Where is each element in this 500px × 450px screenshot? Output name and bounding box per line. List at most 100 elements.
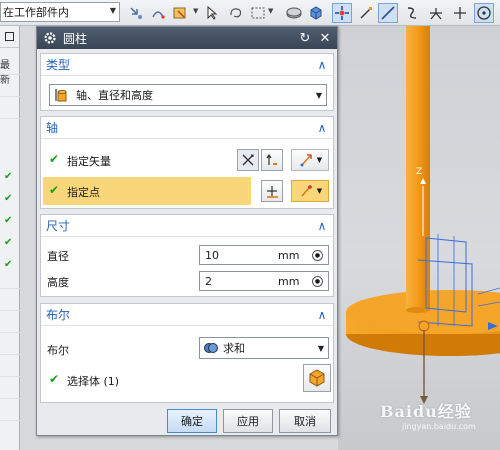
height-label: 高度 xyxy=(47,276,69,289)
check-icon: ✔ xyxy=(4,193,13,204)
dialog-title: 圆柱 xyxy=(63,31,88,46)
divider xyxy=(0,376,20,377)
expression-options-icon[interactable]: ● xyxy=(312,250,323,261)
unite-icon xyxy=(204,343,218,353)
dimension-section-title: 尺寸 xyxy=(46,219,71,233)
specify-vector-label: 指定矢量 xyxy=(67,155,111,168)
select-body-button[interactable] xyxy=(303,364,331,392)
chevron-down-icon[interactable]: ▼ xyxy=(193,7,198,15)
check-icon: ✔ xyxy=(4,259,13,270)
chevron-up-icon[interactable]: ∧ xyxy=(311,58,333,72)
gear-icon[interactable] xyxy=(43,31,57,45)
divider xyxy=(0,398,20,399)
cursor-icon[interactable] xyxy=(202,3,222,23)
selection-filter-value: 在工作部件内 xyxy=(3,6,69,19)
cylinder-dialog: 圆柱 ↻ ✕ 类型 ∧ 轴、直径和高度 ▼ 轴 ∧ ✔ 指定矢量 ▼ ✔ 指定点… xyxy=(36,26,338,436)
reverse-direction-button[interactable] xyxy=(261,149,283,171)
chevron-up-icon[interactable]: ∧ xyxy=(311,219,333,233)
ok-button[interactable]: 确定 xyxy=(167,409,217,433)
solid-body-icon[interactable] xyxy=(306,3,326,23)
watermark: Baidu经验 jingyan.baidu.com xyxy=(380,398,500,438)
intersect-icon[interactable] xyxy=(426,3,446,23)
dimension-section-header[interactable]: 尺寸 ∧ xyxy=(41,215,333,237)
chevron-up-icon[interactable]: ∧ xyxy=(311,308,333,322)
axis-section-header[interactable]: 轴 ∧ xyxy=(41,117,333,139)
apply-button[interactable]: 应用 xyxy=(223,409,273,433)
view-shade-icon[interactable] xyxy=(284,3,304,23)
chevron-up-icon[interactable]: ∧ xyxy=(311,121,333,135)
diameter-input[interactable]: 10 mm ● xyxy=(199,245,329,265)
check-icon: ✔ xyxy=(49,372,60,386)
boolean-label: 布尔 xyxy=(47,344,69,357)
boolean-dropdown[interactable]: 求和 ▼ xyxy=(199,337,329,359)
point-dialog-button[interactable] xyxy=(261,180,283,202)
type-dropdown-value: 轴、直径和高度 xyxy=(76,89,153,102)
height-unit: mm xyxy=(278,274,300,288)
cylinder-axis-icon xyxy=(55,89,67,102)
boolean-section-header[interactable]: 布尔 ∧ xyxy=(41,304,333,326)
check-icon: ✔ xyxy=(49,183,60,197)
select-feature-icon[interactable] xyxy=(126,3,146,23)
boolean-section-title: 布尔 xyxy=(46,308,71,322)
chevron-down-icon[interactable]: ▼ xyxy=(268,7,273,15)
divider xyxy=(0,96,20,97)
chevron-down-icon: ▼ xyxy=(316,156,323,164)
check-icon: ✔ xyxy=(49,152,60,166)
rectangle-select-icon[interactable] xyxy=(248,3,268,23)
specify-point-label: 指定点 xyxy=(67,186,100,199)
lasso-icon[interactable] xyxy=(226,3,246,23)
perpendicular-icon[interactable] xyxy=(450,3,470,23)
center-point-icon[interactable] xyxy=(474,3,494,23)
curve-icon[interactable] xyxy=(402,3,422,23)
height-input[interactable]: 2 mm ● xyxy=(199,271,329,291)
chevron-down-icon: ▼ xyxy=(317,344,324,353)
top-toolbar: 在工作部件内 ▼ ▼ ▼ xyxy=(0,0,500,26)
cancel-button[interactable]: 取消 xyxy=(279,409,331,433)
select-body-label: 选择体 (1) xyxy=(67,375,120,388)
line-icon[interactable] xyxy=(378,3,398,23)
check-icon: ✔ xyxy=(4,237,13,248)
point-method-dropdown[interactable]: ▼ xyxy=(291,180,329,202)
divider xyxy=(0,310,20,311)
chevron-down-icon: ▼ xyxy=(315,91,322,100)
divider xyxy=(0,354,20,355)
vector-method-dropdown[interactable]: ▼ xyxy=(291,149,329,171)
checkbox-icon[interactable] xyxy=(5,32,14,41)
graphics-viewport[interactable]: Z xyxy=(338,26,500,450)
divider xyxy=(0,288,20,289)
divider xyxy=(0,118,20,119)
check-icon: ✔ xyxy=(4,215,13,226)
diameter-value: 10 xyxy=(205,248,219,262)
snap-icon[interactable] xyxy=(148,3,168,23)
watermark-sub: jingyan.baidu.com xyxy=(402,422,476,431)
reverse-direction-icon xyxy=(266,153,277,165)
expression-options-icon[interactable]: ● xyxy=(312,276,323,287)
type-section-header[interactable]: 类型 ∧ xyxy=(41,54,333,76)
dialog-title-bar[interactable]: 圆柱 ↻ ✕ xyxy=(37,27,337,49)
selection-filter-dropdown[interactable]: 在工作部件内 ▼ xyxy=(0,2,120,22)
point-snap-icon[interactable] xyxy=(332,3,352,23)
close-icon[interactable]: ✕ xyxy=(317,30,333,46)
axis-section: 轴 ∧ ✔ 指定矢量 ▼ ✔ 指定点 ▼ xyxy=(40,116,334,209)
reset-icon[interactable]: ↻ xyxy=(297,30,313,46)
model-view xyxy=(346,26,500,404)
inferred-vector-button[interactable] xyxy=(237,149,259,171)
vector-constructor-icon xyxy=(300,154,312,167)
navigator-header xyxy=(0,26,19,48)
latest-column-header: 最新 xyxy=(0,60,10,86)
divider xyxy=(0,332,20,333)
diameter-label: 直径 xyxy=(47,250,69,263)
z-axis-label: Z xyxy=(416,167,423,177)
type-section-title: 类型 xyxy=(46,58,71,72)
type-dropdown[interactable]: 轴、直径和高度 ▼ xyxy=(49,84,327,106)
select-box-icon[interactable] xyxy=(170,3,190,23)
watermark-main: Baidu经验 xyxy=(380,402,472,421)
point-constructor-icon xyxy=(301,185,312,197)
chevron-down-icon: ▼ xyxy=(109,6,116,15)
line-end-icon[interactable] xyxy=(356,3,376,23)
axis-section-title: 轴 xyxy=(46,121,59,135)
diameter-unit: mm xyxy=(278,248,300,262)
boolean-section: 布尔 ∧ 布尔 求和 ▼ ✔ 选择体 (1) xyxy=(40,303,334,403)
vector-cross-icon xyxy=(242,154,254,166)
point-plus-icon xyxy=(267,186,278,198)
